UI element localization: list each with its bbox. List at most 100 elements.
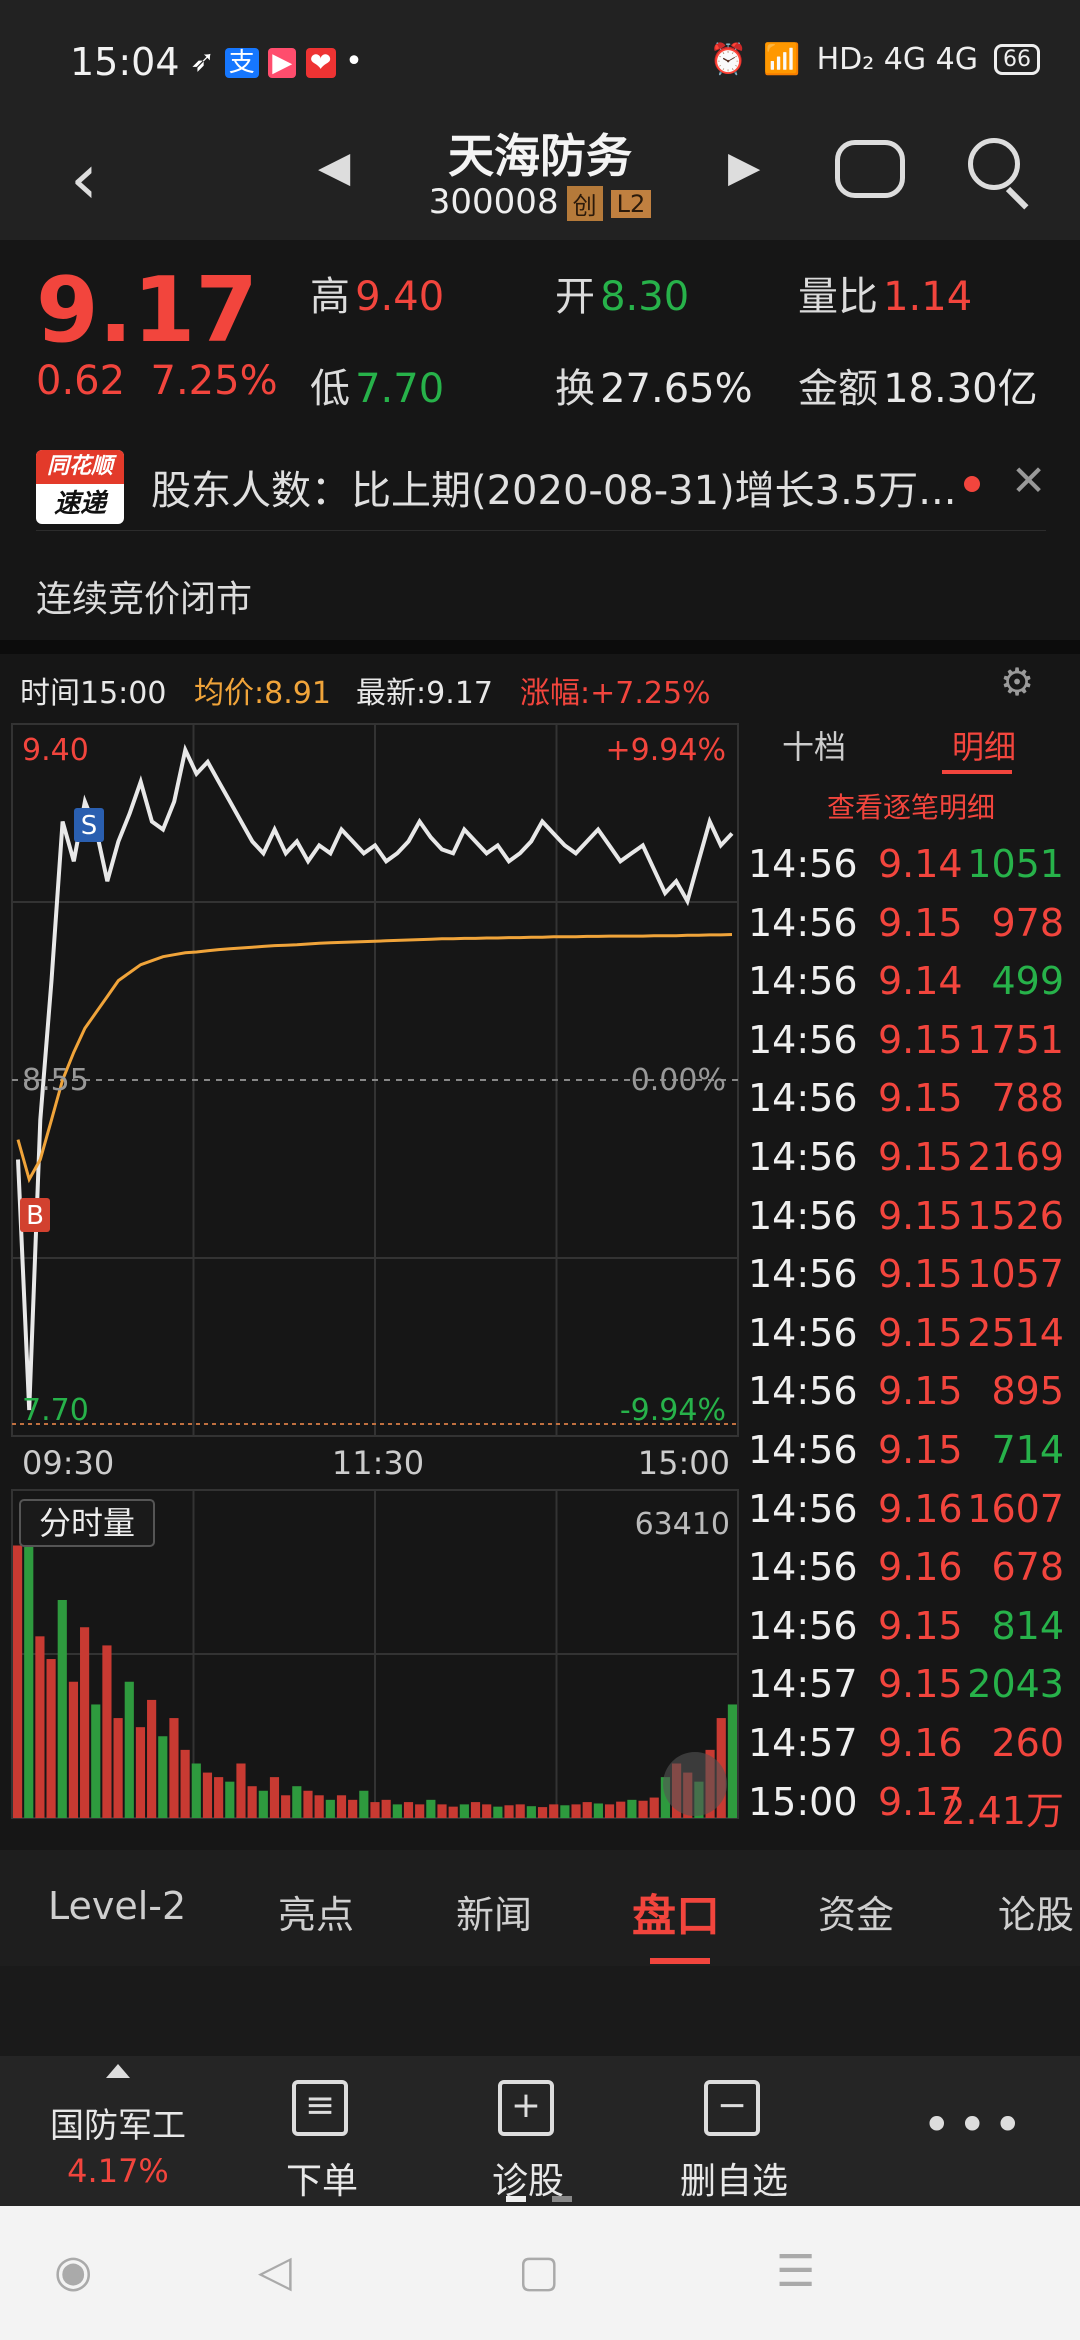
- volratio-row: 量比 1.14: [798, 274, 973, 320]
- back-nav-icon[interactable]: ◁: [258, 2246, 292, 2297]
- tab-forum[interactable]: 论股: [998, 1884, 1074, 1939]
- trade-volume: 260: [991, 1720, 1064, 1765]
- trade-price: 9.15: [878, 1134, 963, 1179]
- bottom-toolbar: 国防军工 4.17% ≡ 下单 + 诊股 − 删自选 •••: [0, 2056, 1080, 2206]
- volume-bar: [381, 1799, 391, 1818]
- volume-bar: [448, 1806, 458, 1818]
- tab-ten-levels[interactable]: 十档: [782, 722, 846, 768]
- stock-header: ‹ ◀ 天海防务 300008 创 L2 ▶: [0, 120, 1080, 240]
- robot-assistant-icon[interactable]: [835, 140, 905, 198]
- trade-price: 9.15: [878, 1076, 963, 1121]
- tab-highlights[interactable]: 亮点: [278, 1884, 354, 1939]
- trade-volume: 678: [991, 1545, 1064, 1590]
- search-icon[interactable]: [968, 138, 1020, 190]
- trade-volume: 814: [991, 1603, 1064, 1648]
- expand-icon: [663, 1752, 727, 1816]
- tab-detail[interactable]: 明细: [952, 722, 1016, 768]
- chart-avg: 均价:8.91: [194, 676, 331, 711]
- amount-row: 金额 18.30亿: [798, 366, 1038, 412]
- trade-volume: 895: [991, 1369, 1064, 1414]
- chart-time: 时间15:00: [20, 676, 167, 711]
- diagnose-button[interactable]: + 诊股: [438, 2056, 618, 2206]
- trade-time: 14:57: [748, 1662, 858, 1707]
- intraday-chart[interactable]: 9.40 +9.94% 8.55 0.00% 7.70 -9.94% 09:30 11:30 1…: [0, 714, 742, 1824]
- volume-bar: [415, 1804, 425, 1818]
- sector-name: 国防军工: [50, 2106, 186, 2146]
- order-button[interactable]: ≡ 下单: [232, 2056, 412, 2206]
- volume-bar: [727, 1704, 737, 1818]
- volume-bar: [493, 1806, 503, 1818]
- next-stock-icon[interactable]: ▶: [728, 142, 760, 191]
- diagnose-label: 诊股: [491, 2161, 564, 2202]
- recents-icon[interactable]: ☰: [776, 2246, 815, 2297]
- tab-level2[interactable]: Level-2: [48, 1884, 186, 1928]
- trade-price: 9.16: [878, 1545, 963, 1590]
- volume-bar: [57, 1599, 67, 1818]
- trade-time: 14:56: [748, 1486, 858, 1531]
- trade-row: 14:57 9.15 2043: [742, 1656, 1080, 1715]
- volume-bar: [336, 1795, 347, 1818]
- notification-icons: ➶ 支 ▶ ❤ •: [190, 44, 363, 79]
- volume-bar: [303, 1790, 313, 1818]
- volume-bar: [135, 1727, 146, 1818]
- volume-bar: [582, 1802, 592, 1818]
- tab-content-area: [0, 1966, 1080, 2056]
- trade-time: 14:56: [748, 1076, 858, 1121]
- volume-bar: [225, 1781, 235, 1818]
- trade-volume: 1607: [967, 1486, 1064, 1531]
- close-icon[interactable]: ✕: [1011, 456, 1046, 505]
- trade-volume: 2.41万: [941, 1788, 1064, 1833]
- view-all-trades-link[interactable]: 查看逐笔明细: [742, 786, 1080, 826]
- more-button[interactable]: •••: [870, 2056, 1050, 2206]
- volume-bar: [147, 1699, 157, 1818]
- sector-button[interactable]: 国防军工 4.17%: [28, 2056, 208, 2206]
- volume-bar: [403, 1802, 414, 1818]
- level2-badge: L2: [610, 189, 652, 218]
- open-row: 开 8.30: [555, 274, 690, 320]
- volume-bar: [571, 1804, 581, 1818]
- tab-order-book[interactable]: 盘口: [632, 1880, 720, 1944]
- trade-volume: 2043: [967, 1662, 1064, 1707]
- trade-price: 9.16: [878, 1720, 963, 1765]
- news-text[interactable]: 股东人数：比上期(2020-08-31)增长3.5万...: [151, 458, 956, 516]
- trade-volume: 499: [991, 959, 1064, 1004]
- trade-price: 9.15: [878, 900, 963, 945]
- volume-bar: [269, 1777, 280, 1818]
- assistant-icon[interactable]: ◉: [54, 2246, 92, 2297]
- tab-funds[interactable]: 资金: [818, 1884, 894, 1939]
- trade-row: 14:56 9.15 714: [742, 1422, 1080, 1481]
- chart-latest: 最新:9.17: [356, 676, 493, 711]
- news-ticker[interactable]: 同花顺 速递 股东人数：比上期(2020-08-31)增长3.5万... ✕: [36, 440, 1046, 531]
- chart-svg: 9.40 +9.94% 8.55 0.00% 7.70 -9.94% 09:30 11:30 1…: [11, 723, 739, 1819]
- volume-bar: [515, 1804, 525, 1818]
- volume-bar: [348, 1799, 358, 1818]
- volume-bar: [392, 1804, 402, 1818]
- volume-bar: [325, 1799, 335, 1818]
- diagnose-icon: +: [498, 2080, 554, 2136]
- trade-volume: 714: [991, 1427, 1064, 1472]
- volume-bar: [13, 1545, 23, 1818]
- trade-row: 14:56 9.15 895: [742, 1363, 1080, 1422]
- price-change: 0.62 7.25%: [36, 358, 278, 404]
- volume-bar: [169, 1718, 179, 1818]
- low-row: 低 7.70: [310, 366, 445, 412]
- bottom-tabs: Level-2 亮点 新闻 盘口 资金 论股: [0, 1850, 1080, 1966]
- session-status: 连续竞价闭市: [36, 579, 253, 620]
- buy-marker-label: B: [26, 1201, 44, 1231]
- trade-row: 14:56 9.16 1607: [742, 1481, 1080, 1540]
- settings-icon[interactable]: ⚙: [1000, 660, 1034, 704]
- trade-row: 14:56 9.15 1526: [742, 1188, 1080, 1247]
- trade-row: 14:56 9.14 499: [742, 953, 1080, 1012]
- trade-detail-panel: 十档 明细 查看逐笔明细 14:56 9.14 1051 14:56 9.15 978 14…: [742, 714, 1080, 1833]
- volume-bar: [437, 1804, 447, 1818]
- trade-time: 14:57: [748, 1720, 858, 1765]
- volume-bar: [482, 1804, 492, 1818]
- volume-bar: [459, 1804, 469, 1818]
- home-icon[interactable]: ▢: [518, 2246, 560, 2297]
- trade-row: 15:00 9.17 2.41万: [742, 1774, 1080, 1833]
- trade-time: 14:56: [748, 1427, 858, 1472]
- chart-bot-price: 7.70: [22, 1393, 89, 1428]
- tab-news[interactable]: 新闻: [456, 1884, 532, 1939]
- volume-bar: [258, 1790, 268, 1818]
- remove-watch-button[interactable]: − 删自选: [644, 2056, 824, 2206]
